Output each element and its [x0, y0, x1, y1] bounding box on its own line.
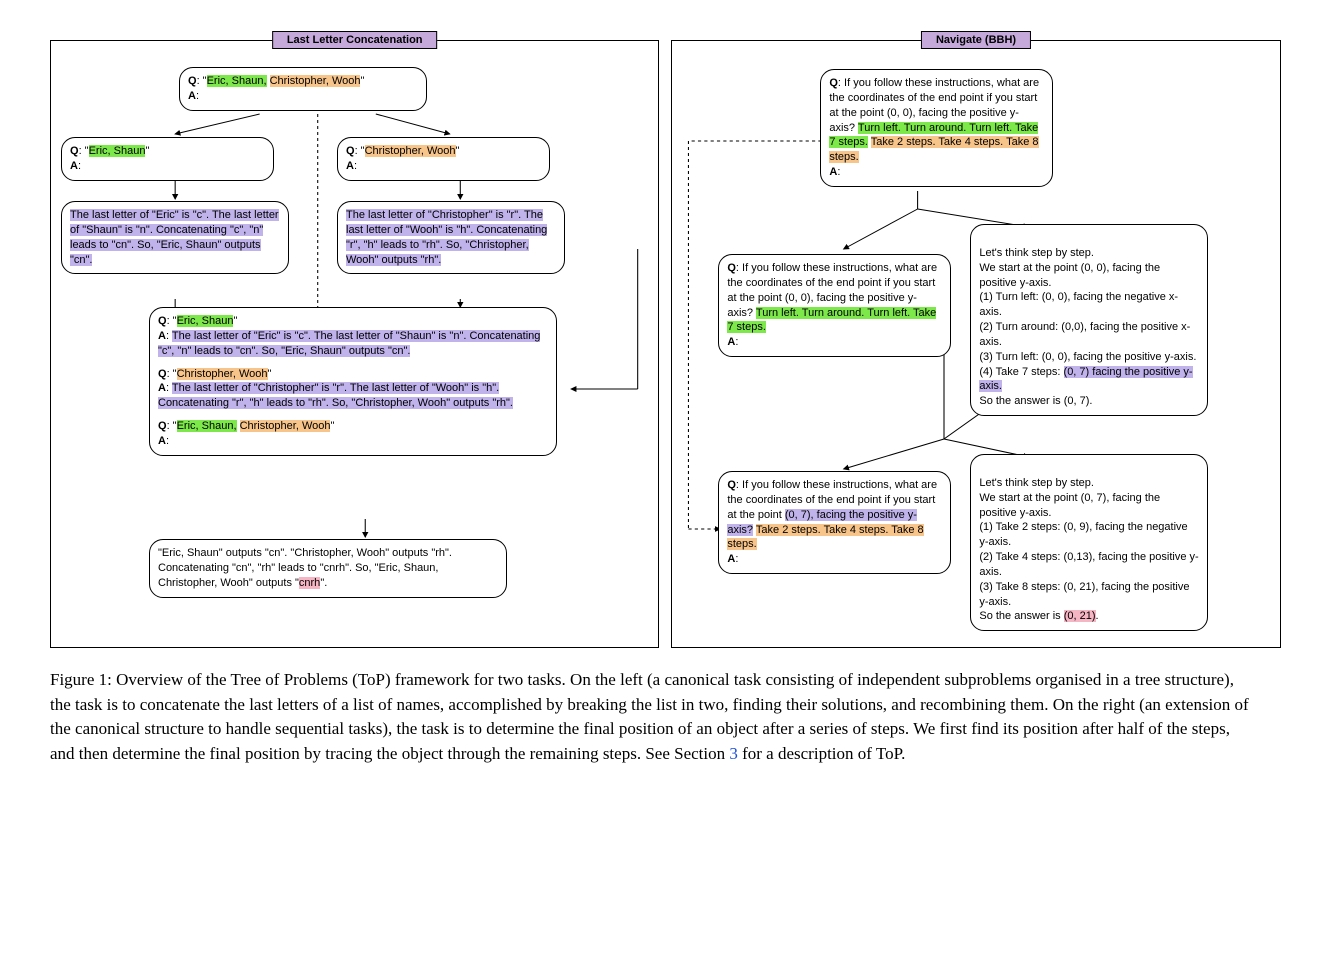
figure-caption: Figure 1: Overview of the Tree of Proble…	[50, 668, 1250, 767]
panel-left-title: Last Letter Concatenation	[272, 31, 438, 49]
panel-right: Navigate (BBH)	[671, 40, 1280, 648]
section-link[interactable]: 3	[729, 744, 738, 763]
box-nav-root: Q: If you follow these instructions, wha…	[820, 69, 1053, 187]
box-leaf-left: The last letter of "Eric" is "c". The la…	[61, 201, 289, 274]
box-nav-sub2: Q: If you follow these instructions, wha…	[718, 471, 951, 574]
box-nav-reason1: Let's think step by step. We start at th…	[970, 224, 1208, 416]
panel-right-title: Navigate (BBH)	[921, 31, 1031, 49]
figure-panels: Last Letter Concatenation	[50, 40, 1282, 648]
box-merge: Q: "Eric, Shaun" A: The last letter of "…	[149, 307, 557, 456]
box-nav-reason2: Let's think step by step. We start at th…	[970, 454, 1208, 631]
box-leaf-right: The last letter of "Christopher" is "r".…	[337, 201, 565, 274]
box-root-q: Q: "Eric, Shaun, Christopher, Wooh" A:	[179, 67, 427, 111]
panel-left: Last Letter Concatenation	[50, 40, 659, 648]
box-final-answer: "Eric, Shaun" outputs "cn". "Christopher…	[149, 539, 507, 598]
box-child-right: Q: "Christopher, Wooh" A:	[337, 137, 550, 181]
box-child-left: Q: "Eric, Shaun" A:	[61, 137, 274, 181]
box-nav-sub1: Q: If you follow these instructions, wha…	[718, 254, 951, 357]
